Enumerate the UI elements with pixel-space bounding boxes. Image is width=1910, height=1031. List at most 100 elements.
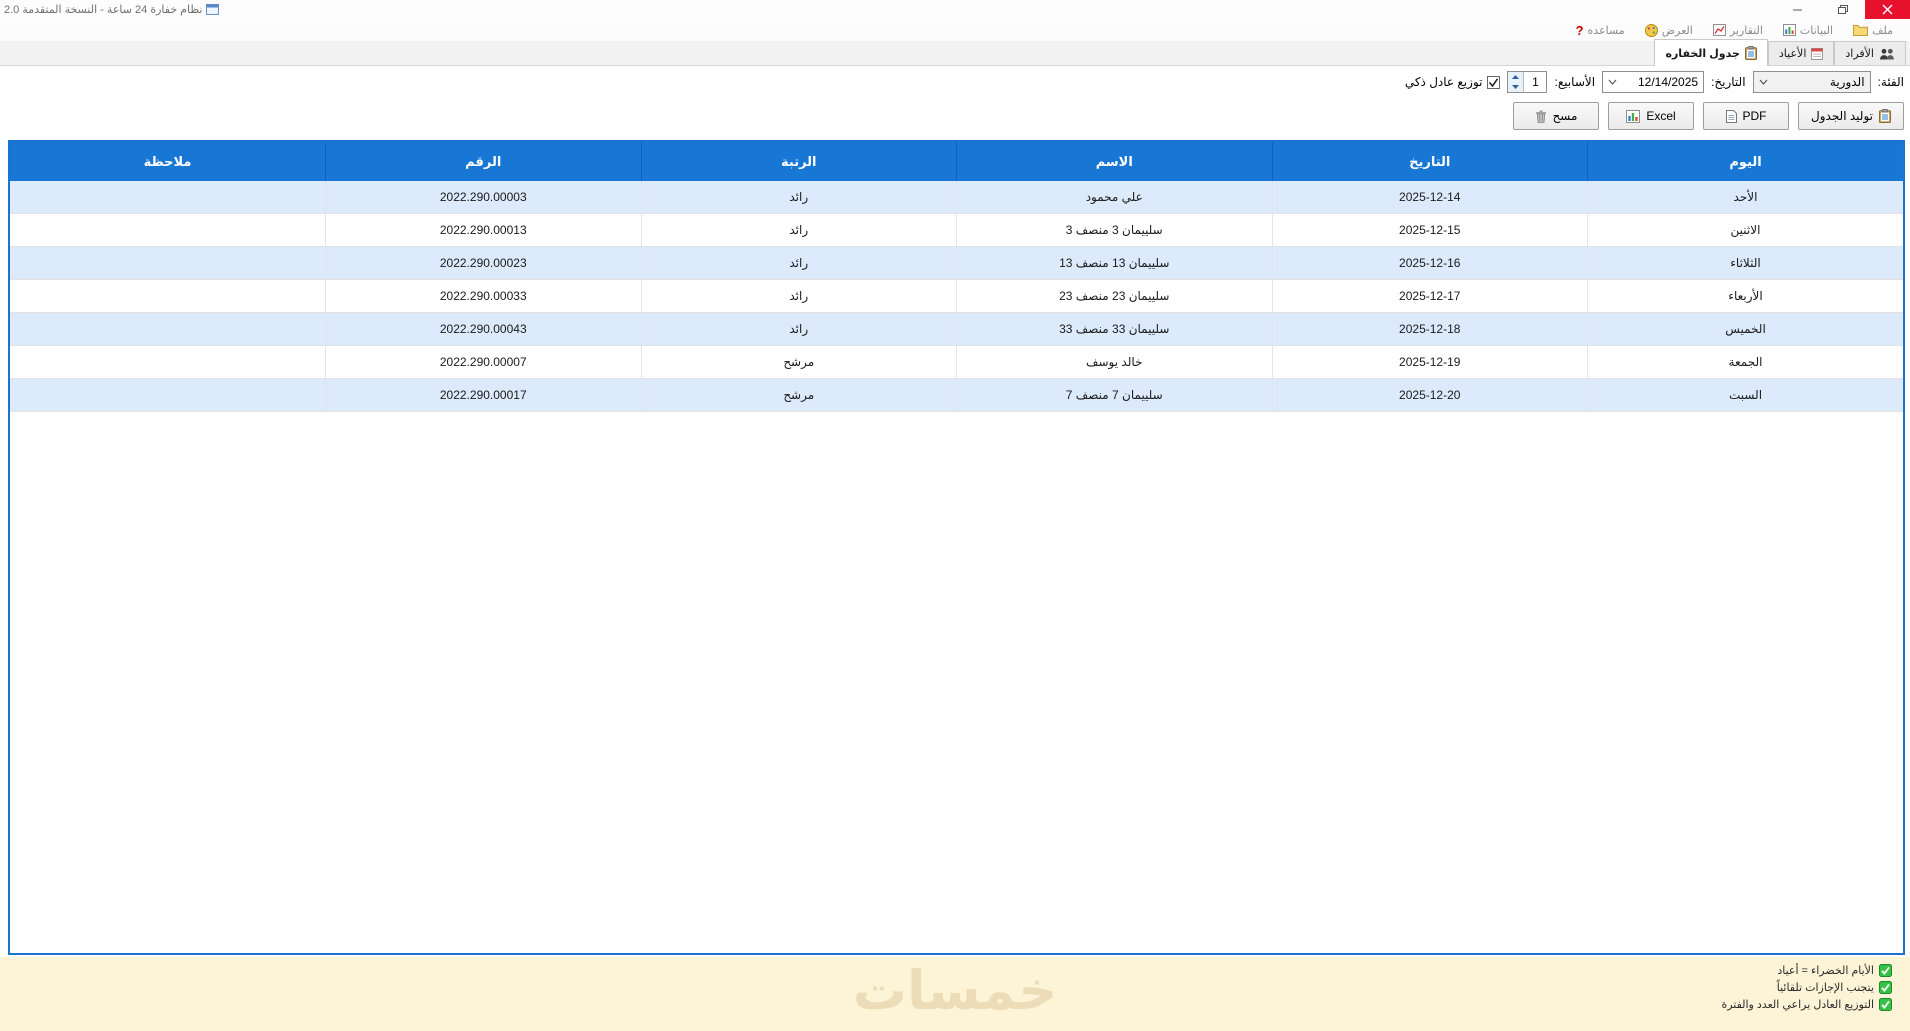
column-header-note: ملاحظة <box>10 142 326 181</box>
cell-name: سلييمان 13 منصف 13 <box>956 246 1272 280</box>
menu-item-help[interactable]: ? مساعده <box>1569 22 1632 39</box>
menu-item-label: مساعده <box>1587 24 1625 37</box>
legend-note-text: الأيام الخضراء = أعياد <box>1777 965 1874 977</box>
palette-icon <box>1644 23 1658 37</box>
menu-item-label: ملف <box>1872 24 1893 37</box>
cell-day: الأربعاء <box>1587 279 1903 313</box>
bar-chart-icon <box>1626 109 1641 123</box>
cell-date: 2025-12-20 <box>1271 378 1588 412</box>
table-row[interactable]: الجمعة 2025-12-19 خالد يوسف مرشح 2022.29… <box>10 345 1903 379</box>
table-row[interactable]: الاثنين 2025-12-15 سلييمان 3 منصف 3 رائد… <box>10 213 1903 247</box>
menu-item-data[interactable]: البيانات <box>1776 22 1840 39</box>
cell-number: 2022.290.00043 <box>325 312 641 346</box>
app-window-icon <box>206 4 220 15</box>
help-icon: ? <box>1575 22 1584 38</box>
category-label: الفئة: <box>1877 75 1904 89</box>
tab-strip: الأفراد الأعياد جدول الخفاره <box>0 39 1910 66</box>
table-row[interactable]: الأربعاء 2025-12-17 سلييمان 23 منصف 23 ر… <box>10 279 1903 313</box>
minimize-button[interactable] <box>1775 0 1820 19</box>
cell-note <box>10 181 326 214</box>
cell-date: 2025-12-17 <box>1271 279 1588 313</box>
cell-rank: رائد <box>640 279 957 313</box>
line-chart-icon <box>1712 24 1726 36</box>
generate-schedule-button[interactable]: توليد الجدول <box>1798 102 1904 130</box>
clear-button[interactable]: مسح <box>1513 102 1599 130</box>
cell-name: سلييمان 3 منصف 3 <box>956 213 1272 247</box>
clear-label: مسح <box>1552 109 1578 123</box>
schedule-table: اليوم التاريخ الاسم الرتبة الرقم ملاحظة … <box>10 142 1903 412</box>
pdf-export-label: PDF <box>1742 109 1767 123</box>
smart-distribution-checkbox[interactable]: توزيع عادل ذكي <box>1405 75 1501 89</box>
cell-rank: رائد <box>640 312 957 346</box>
calendar-icon <box>1811 48 1824 60</box>
cell-rank: رائد <box>640 213 957 247</box>
menu-bar: ملف البيانات التقارير العرض ? مساعده <box>0 19 1910 41</box>
checkbox-checked-icon <box>1487 75 1501 89</box>
weeks-stepper[interactable]: 1 <box>1507 71 1548 93</box>
cell-rank: رائد <box>640 181 957 214</box>
cell-name: علي محمود <box>956 181 1272 214</box>
legend-note-vacations: يتجنب الإجازات تلقائياً <box>1721 981 1892 994</box>
tab-holidays[interactable]: الأعياد <box>1767 41 1835 65</box>
close-button[interactable] <box>1865 0 1910 19</box>
tab-individuals[interactable]: الأفراد <box>1834 41 1906 65</box>
table-row[interactable]: الثلاثاء 2025-12-16 سلييمان 13 منصف 13 ر… <box>10 246 1903 280</box>
bar-chart-icon <box>1782 24 1796 36</box>
stepper-down-icon[interactable] <box>1508 82 1524 92</box>
weeks-label: الأسابيع: <box>1554 75 1596 89</box>
menu-item-reports[interactable]: التقارير <box>1706 22 1770 39</box>
cell-day: الثلاثاء <box>1587 246 1903 280</box>
chevron-down-icon <box>1608 79 1617 85</box>
menu-item-file[interactable]: ملف <box>1846 22 1900 39</box>
legend-note-holidays: الأيام الخضراء = أعياد <box>1721 964 1892 977</box>
people-icon <box>1880 48 1894 59</box>
cell-date: 2025-12-16 <box>1271 246 1588 280</box>
filter-toolbar: الفئة: الدورية التاريخ: 12/14/2025 الأسا… <box>0 66 1910 98</box>
cell-rank: مرشح <box>640 378 957 412</box>
folder-icon <box>1853 25 1869 36</box>
tab-label: الأفراد <box>1845 48 1874 60</box>
excel-export-button[interactable]: Excel <box>1608 102 1694 130</box>
table-row[interactable]: الأحد 2025-12-14 علي محمود رائد 2022.290… <box>10 181 1903 214</box>
stepper-up-icon[interactable] <box>1508 72 1524 82</box>
legend-note-text: التوزيع العادل يراعي العدد والفترة <box>1721 999 1874 1011</box>
legend-note-text: يتجنب الإجازات تلقائياً <box>1776 982 1874 994</box>
cell-name: خالد يوسف <box>956 345 1272 379</box>
smart-distribution-label: توزيع عادل ذكي <box>1404 75 1483 89</box>
restore-icon <box>1837 5 1848 14</box>
cell-note <box>10 246 326 280</box>
category-select[interactable]: الدورية <box>1752 71 1871 93</box>
cell-note <box>10 345 326 379</box>
menu-item-label: التقارير <box>1729 24 1763 37</box>
table-row[interactable]: السبت 2025-12-20 سلييمان 7 منصف 7 مرشح 2… <box>10 378 1903 412</box>
cell-day: الجمعة <box>1587 345 1903 379</box>
green-check-icon <box>1879 981 1892 994</box>
category-value: الدورية <box>1829 75 1865 89</box>
column-header-rank: الرتبة <box>640 142 957 181</box>
cell-number: 2022.290.00017 <box>325 378 641 412</box>
schedule-table-container: اليوم التاريخ الاسم الرتبة الرقم ملاحظة … <box>8 140 1905 955</box>
restore-button[interactable] <box>1820 0 1865 19</box>
trash-icon <box>1535 110 1546 123</box>
document-icon <box>1725 109 1737 123</box>
cell-note <box>10 378 326 412</box>
column-header-date: التاريخ <box>1271 142 1588 181</box>
cell-number: 2022.290.00023 <box>325 246 641 280</box>
pdf-export-button[interactable]: PDF <box>1703 102 1789 130</box>
cell-number: 2022.290.00013 <box>325 213 641 247</box>
menu-item-view[interactable]: العرض <box>1638 22 1700 39</box>
legend-note-distribution: التوزيع العادل يراعي العدد والفترة <box>1721 998 1892 1011</box>
table-row[interactable]: الخميس 2025-12-18 سلييمان 33 منصف 33 رائ… <box>10 312 1903 346</box>
tab-label: جدول الخفاره <box>1665 47 1740 60</box>
cell-day: الاثنين <box>1587 213 1903 247</box>
watermark-text: خمسات <box>852 961 1058 1021</box>
generate-schedule-label: توليد الجدول <box>1811 109 1873 123</box>
column-header-number: الرقم <box>325 142 641 181</box>
excel-export-label: Excel <box>1646 109 1676 123</box>
date-picker[interactable]: 12/14/2025 <box>1602 71 1705 93</box>
action-toolbar: توليد الجدول PDF Excel مسح <box>0 101 1910 131</box>
cell-number: 2022.290.00033 <box>325 279 641 313</box>
tab-schedule[interactable]: جدول الخفاره <box>1654 39 1768 66</box>
legend-notes: الأيام الخضراء = أعياد يتجنب الإجازات تل… <box>1721 964 1892 1011</box>
cell-date: 2025-12-19 <box>1271 345 1588 379</box>
